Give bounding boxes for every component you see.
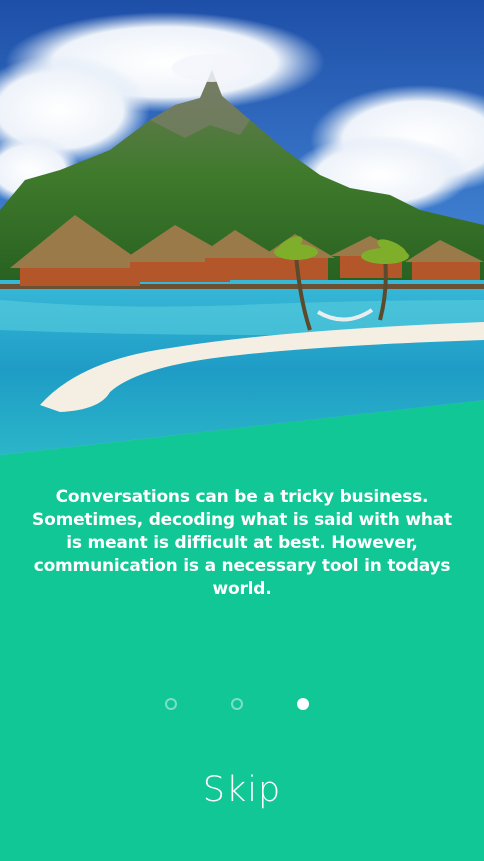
hero-image xyxy=(0,0,484,460)
page-indicator xyxy=(0,698,484,714)
onboarding-message: Conversations can be a tricky business. … xyxy=(32,487,452,599)
page-dot-3-active[interactable] xyxy=(297,698,309,710)
skip-button[interactable]: Skip xyxy=(0,770,484,810)
page-dot-1[interactable] xyxy=(165,698,177,710)
page-dot-2[interactable] xyxy=(231,698,243,710)
onboarding-screen: Conversations can be a tricky business. … xyxy=(0,0,484,861)
